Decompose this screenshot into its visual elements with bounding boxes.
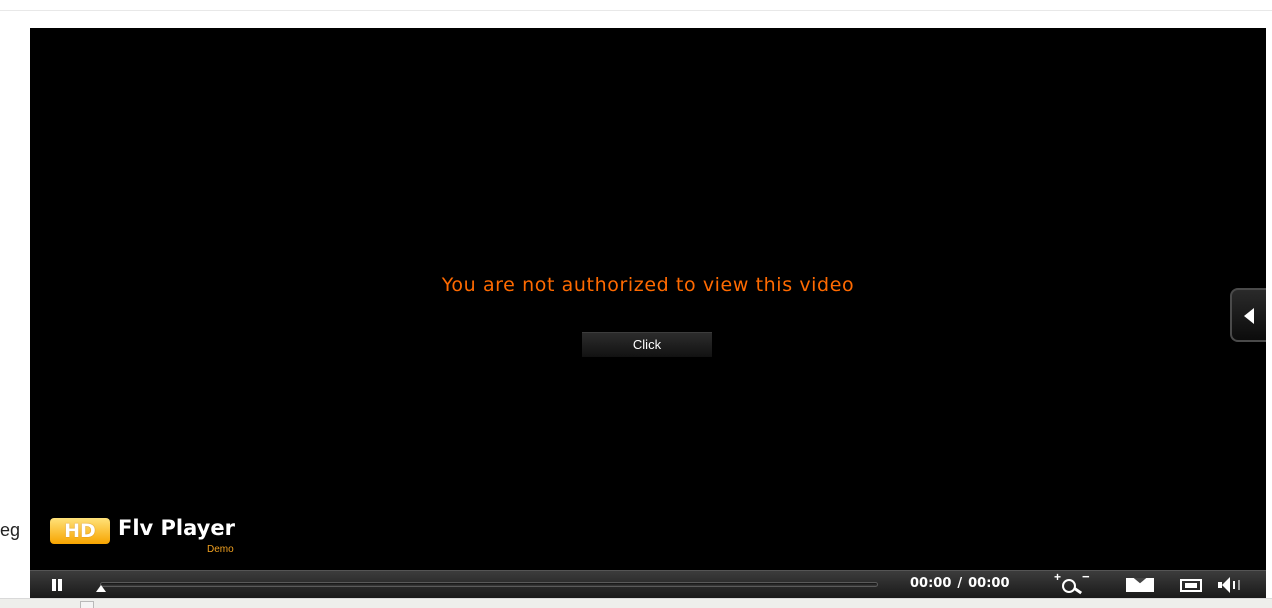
top-divider	[0, 10, 1272, 11]
page-bottom-strip	[0, 598, 1272, 608]
zoom-icon[interactable]: + −	[1054, 569, 1090, 598]
total-time: 00:00	[968, 576, 1010, 591]
current-time: 00:00	[910, 576, 952, 591]
seek-bar[interactable]	[100, 582, 878, 587]
time-separator: /	[957, 576, 963, 591]
authorization-error-message: You are not authorized to view this vide…	[441, 274, 855, 296]
click-button[interactable]: Click	[582, 332, 712, 357]
side-panel-toggle-button[interactable]	[1230, 288, 1266, 342]
volume-icon[interactable]	[1218, 577, 1248, 593]
logo-edition: Demo	[207, 544, 234, 555]
flv-video-player[interactable]: You are not authorized to view this vide…	[30, 28, 1266, 598]
player-logo: HD Flv Player Demo	[50, 516, 290, 560]
seek-handle[interactable]	[96, 585, 106, 592]
small-box	[80, 601, 94, 608]
control-bar: 00:00 / 00:00 + −	[30, 569, 1266, 598]
pause-icon[interactable]	[50, 579, 64, 593]
clipped-side-text: eg	[0, 520, 21, 540]
logo-product-name: Flv Player	[118, 516, 235, 540]
chevron-left-icon	[1244, 308, 1254, 324]
hd-badge: HD	[50, 518, 110, 544]
video-area[interactable]: You are not authorized to view this vide…	[30, 28, 1266, 570]
fullscreen-icon[interactable]	[1180, 579, 1202, 592]
page: eg You are not authorized to view this v…	[0, 0, 1272, 608]
time-display: 00:00 / 00:00	[910, 576, 1010, 591]
email-icon[interactable]	[1126, 578, 1154, 592]
